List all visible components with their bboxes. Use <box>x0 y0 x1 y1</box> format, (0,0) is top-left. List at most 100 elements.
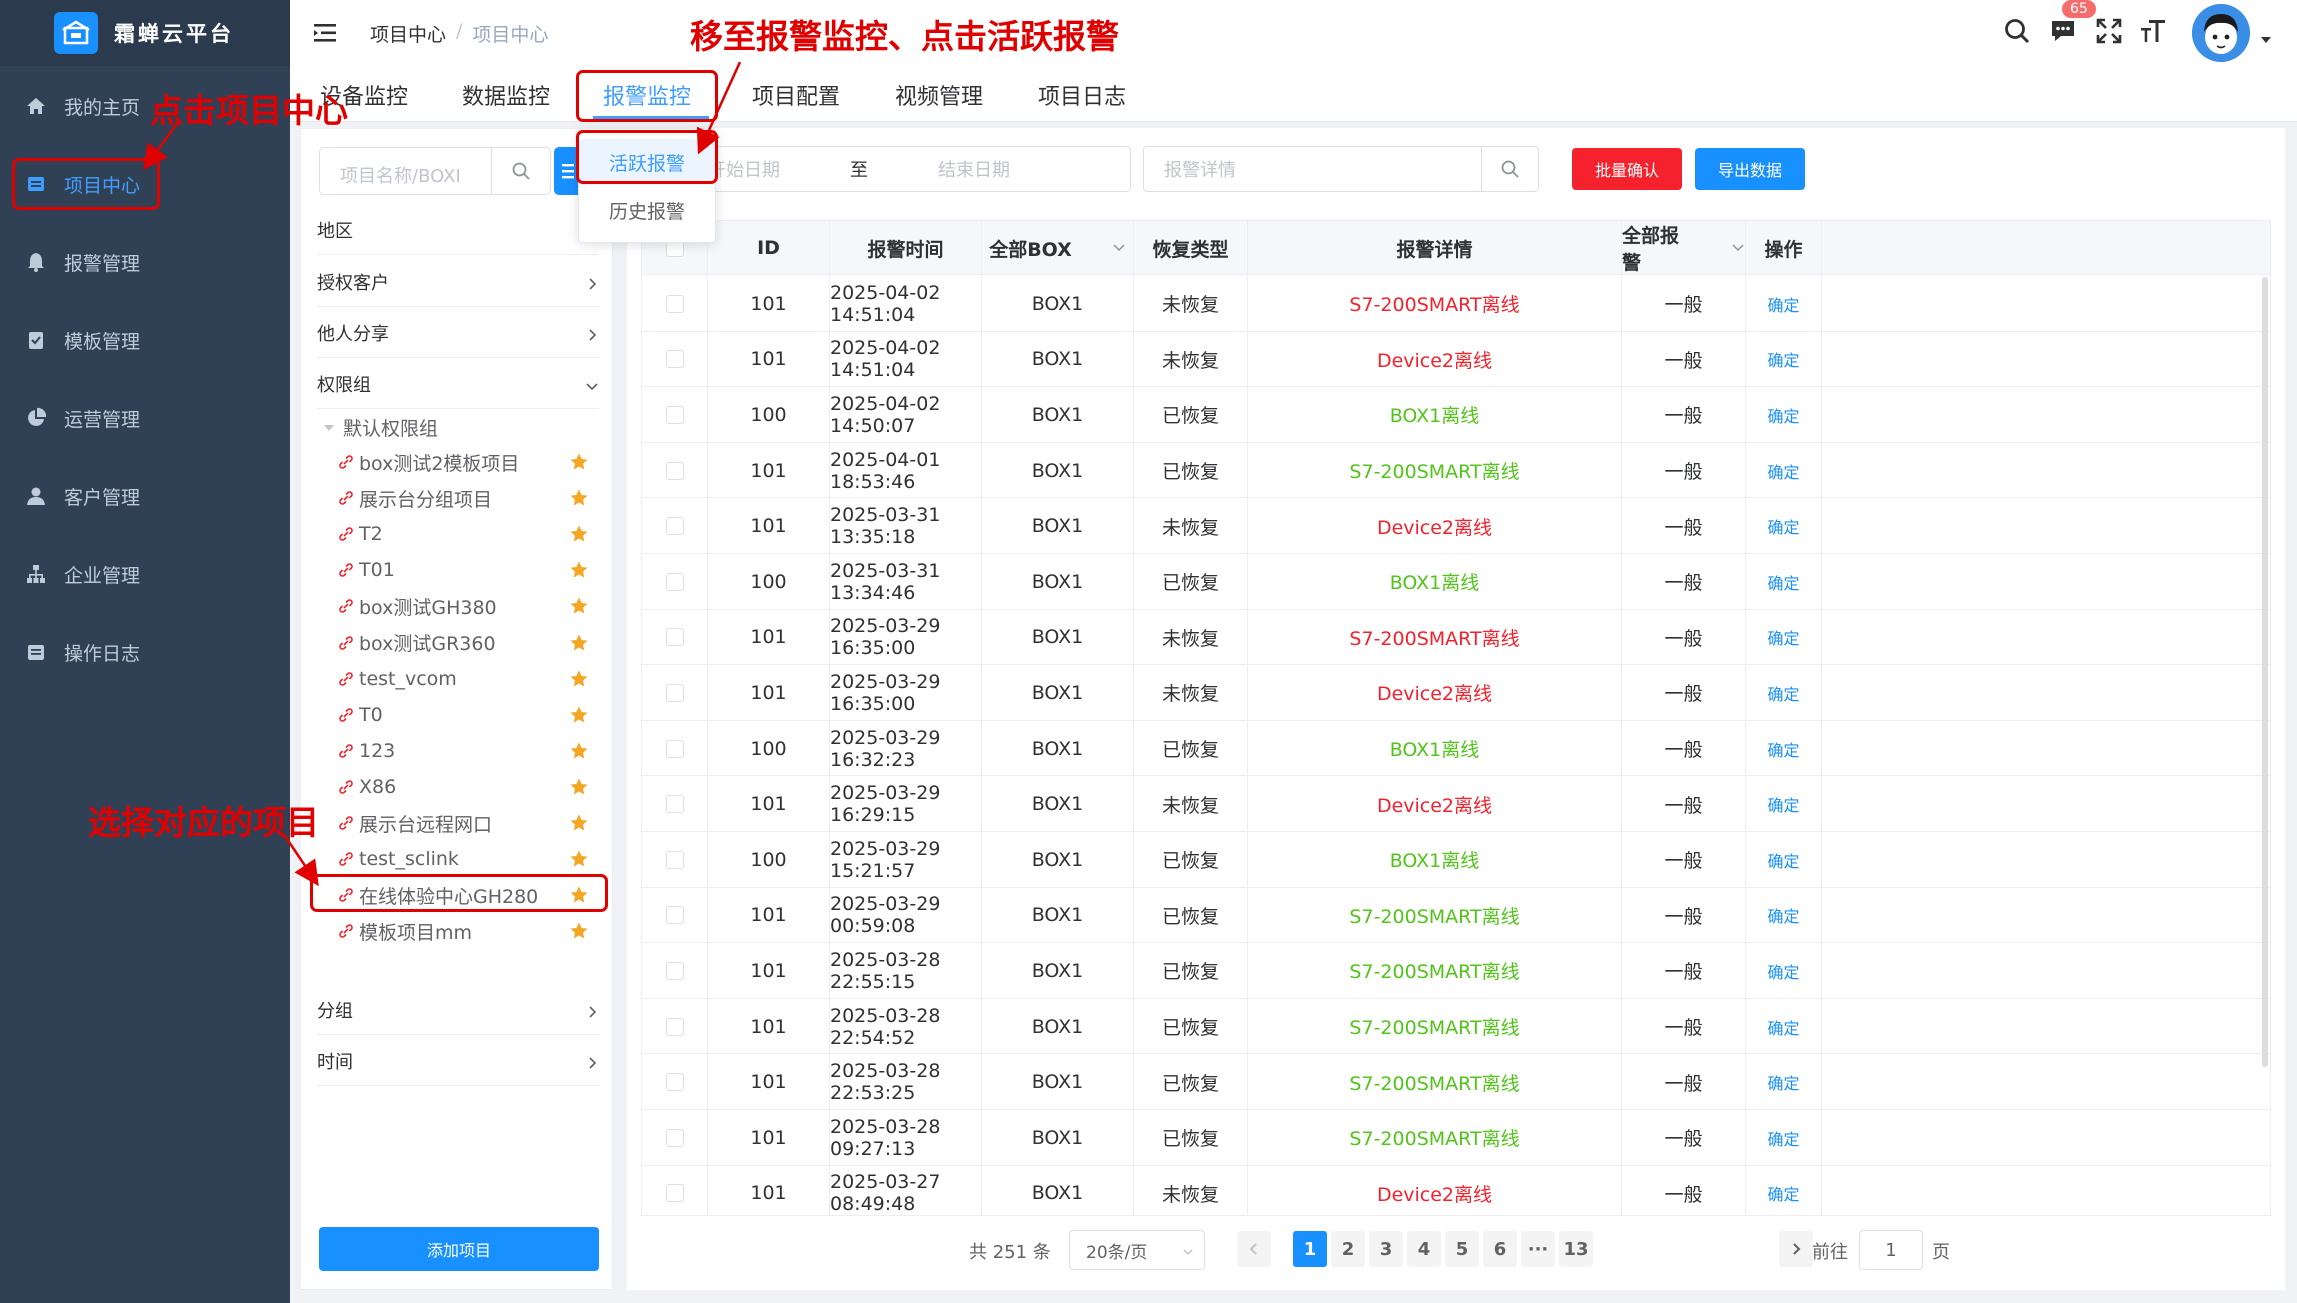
cell-action[interactable]: 确定 <box>1746 943 1822 999</box>
avatar[interactable] <box>2192 4 2250 62</box>
star-icon[interactable] <box>569 633 589 653</box>
row-checkbox[interactable] <box>665 961 684 980</box>
table-scrollbar[interactable] <box>2262 277 2268 1067</box>
batch-confirm-button[interactable]: 批量确认 <box>1572 148 1682 190</box>
prev-page-button[interactable] <box>1237 1231 1271 1267</box>
project-node[interactable]: T0 <box>337 698 597 732</box>
goto-page-input[interactable]: 1 <box>1859 1230 1923 1270</box>
star-icon[interactable] <box>569 488 589 508</box>
row-checkbox[interactable] <box>665 350 684 369</box>
project-node[interactable]: 模板项目mm <box>337 914 597 948</box>
star-icon[interactable] <box>569 560 589 580</box>
star-icon[interactable] <box>569 921 589 941</box>
cell-action[interactable]: 确定 <box>1746 276 1822 332</box>
cell-action[interactable]: 确定 <box>1746 1054 1822 1110</box>
sidebar-item-4[interactable]: 运营管理 <box>0 388 290 448</box>
cell-action[interactable]: 确定 <box>1746 665 1822 721</box>
tree-section-bottom-1[interactable]: 时间 <box>317 1036 599 1086</box>
row-checkbox[interactable] <box>665 294 684 313</box>
page-button-3[interactable]: 3 <box>1369 1231 1403 1267</box>
cell-action-text[interactable]: 确定 <box>1767 347 1799 371</box>
star-icon[interactable] <box>569 849 589 869</box>
project-node[interactable]: T01 <box>337 553 597 587</box>
cell-action-text[interactable]: 确定 <box>1767 292 1799 316</box>
start-date-input[interactable]: 开始日期 <box>708 156 780 182</box>
star-icon[interactable] <box>569 741 589 761</box>
cell-action-text[interactable]: 确定 <box>1767 459 1799 483</box>
column-header[interactable]: 全部BOX <box>982 221 1134 275</box>
cell-action-text[interactable]: 确定 <box>1767 737 1799 761</box>
project-node[interactable]: 展示台远程网口 <box>337 806 597 840</box>
tree-section-0[interactable]: 地区 <box>317 205 599 255</box>
cell-action[interactable]: 确定 <box>1746 720 1822 777</box>
page-button-4[interactable]: 4 <box>1407 1231 1441 1267</box>
cell-action-text[interactable]: 确定 <box>1767 1181 1799 1205</box>
tab-3[interactable]: 项目配置 <box>752 79 840 111</box>
cell-action[interactable]: 确定 <box>1746 887 1822 944</box>
cell-action[interactable]: 确定 <box>1746 776 1822 832</box>
row-checkbox[interactable] <box>665 739 684 758</box>
alarm-detail-input[interactable]: 报警详情 <box>1143 146 1483 192</box>
cell-action[interactable]: 确定 <box>1746 442 1822 499</box>
cell-action-text[interactable]: 确定 <box>1767 959 1799 983</box>
sidebar-item-2[interactable]: 报警管理 <box>0 232 290 292</box>
tree-section-2[interactable]: 他人分享 <box>317 308 599 358</box>
cell-action-text[interactable]: 确定 <box>1767 848 1799 872</box>
date-range-picker[interactable]: 开始日期 至 结束日期 <box>653 146 1131 192</box>
project-node[interactable]: X86 <box>337 770 597 804</box>
project-node[interactable]: T2 <box>337 517 597 551</box>
search-icon[interactable] <box>2000 14 2034 48</box>
cell-action-text[interactable]: 确定 <box>1767 570 1799 594</box>
tree-section-3[interactable]: 权限组 <box>317 359 599 409</box>
row-checkbox[interactable] <box>665 628 684 647</box>
sidebar-item-3[interactable]: 模板管理 <box>0 310 290 370</box>
tree-search-icon[interactable] <box>491 148 549 194</box>
caret-down-icon[interactable] <box>2256 30 2276 50</box>
project-node[interactable]: box测试GR360 <box>337 626 597 660</box>
sidebar-item-7[interactable]: 操作日志 <box>0 622 290 682</box>
tree-section-1[interactable]: 授权客户 <box>317 257 599 307</box>
next-page-button[interactable] <box>1779 1231 1813 1267</box>
project-node[interactable]: box测试GH380 <box>337 589 597 623</box>
cell-action-text[interactable]: 确定 <box>1767 1126 1799 1150</box>
star-icon[interactable] <box>569 813 589 833</box>
project-node[interactable]: box测试2模板项目 <box>337 445 597 479</box>
row-checkbox[interactable] <box>665 1128 684 1147</box>
cell-action-text[interactable]: 确定 <box>1767 403 1799 427</box>
fullscreen-icon[interactable] <box>2092 14 2126 48</box>
cell-action[interactable]: 确定 <box>1746 1110 1822 1166</box>
star-icon[interactable] <box>569 596 589 616</box>
column-header[interactable]: 全部报警 <box>1622 221 1746 275</box>
cell-action-text[interactable]: 确定 <box>1767 514 1799 538</box>
cell-action-text[interactable]: 确定 <box>1767 681 1799 705</box>
cell-action[interactable]: 确定 <box>1746 387 1822 443</box>
project-node[interactable]: test_vcom <box>337 662 597 696</box>
page-button-13[interactable]: 13 <box>1559 1231 1593 1267</box>
cell-action[interactable]: 确定 <box>1746 554 1822 610</box>
star-icon[interactable] <box>569 669 589 689</box>
cell-action[interactable]: 确定 <box>1746 832 1822 888</box>
page-button-5[interactable]: 5 <box>1445 1231 1479 1267</box>
star-icon[interactable] <box>569 705 589 725</box>
detail-search-icon[interactable] <box>1481 146 1539 192</box>
tab-1[interactable]: 数据监控 <box>462 79 550 111</box>
tab-5[interactable]: 项目日志 <box>1038 79 1126 111</box>
cell-action-text[interactable]: 确定 <box>1767 1070 1799 1094</box>
page-button-2[interactable]: 2 <box>1331 1231 1365 1267</box>
font-size-icon[interactable] <box>2136 14 2170 48</box>
row-checkbox[interactable] <box>665 795 684 814</box>
row-checkbox[interactable] <box>665 1184 684 1203</box>
project-node[interactable]: 123 <box>337 734 597 768</box>
project-node[interactable]: test_sclink <box>337 842 597 876</box>
star-icon[interactable] <box>569 524 589 544</box>
row-checkbox[interactable] <box>665 461 684 480</box>
cell-action-text[interactable]: 确定 <box>1767 903 1799 927</box>
page-button-1[interactable]: 1 <box>1293 1231 1327 1267</box>
export-data-button[interactable]: 导出数据 <box>1695 148 1805 190</box>
row-checkbox[interactable] <box>665 517 684 536</box>
page-button-···[interactable]: ··· <box>1521 1231 1555 1267</box>
row-checkbox[interactable] <box>665 572 684 591</box>
tree-section-bottom-0[interactable]: 分组 <box>317 985 599 1035</box>
add-project-button[interactable]: 添加项目 <box>319 1227 599 1271</box>
row-checkbox[interactable] <box>665 683 684 702</box>
